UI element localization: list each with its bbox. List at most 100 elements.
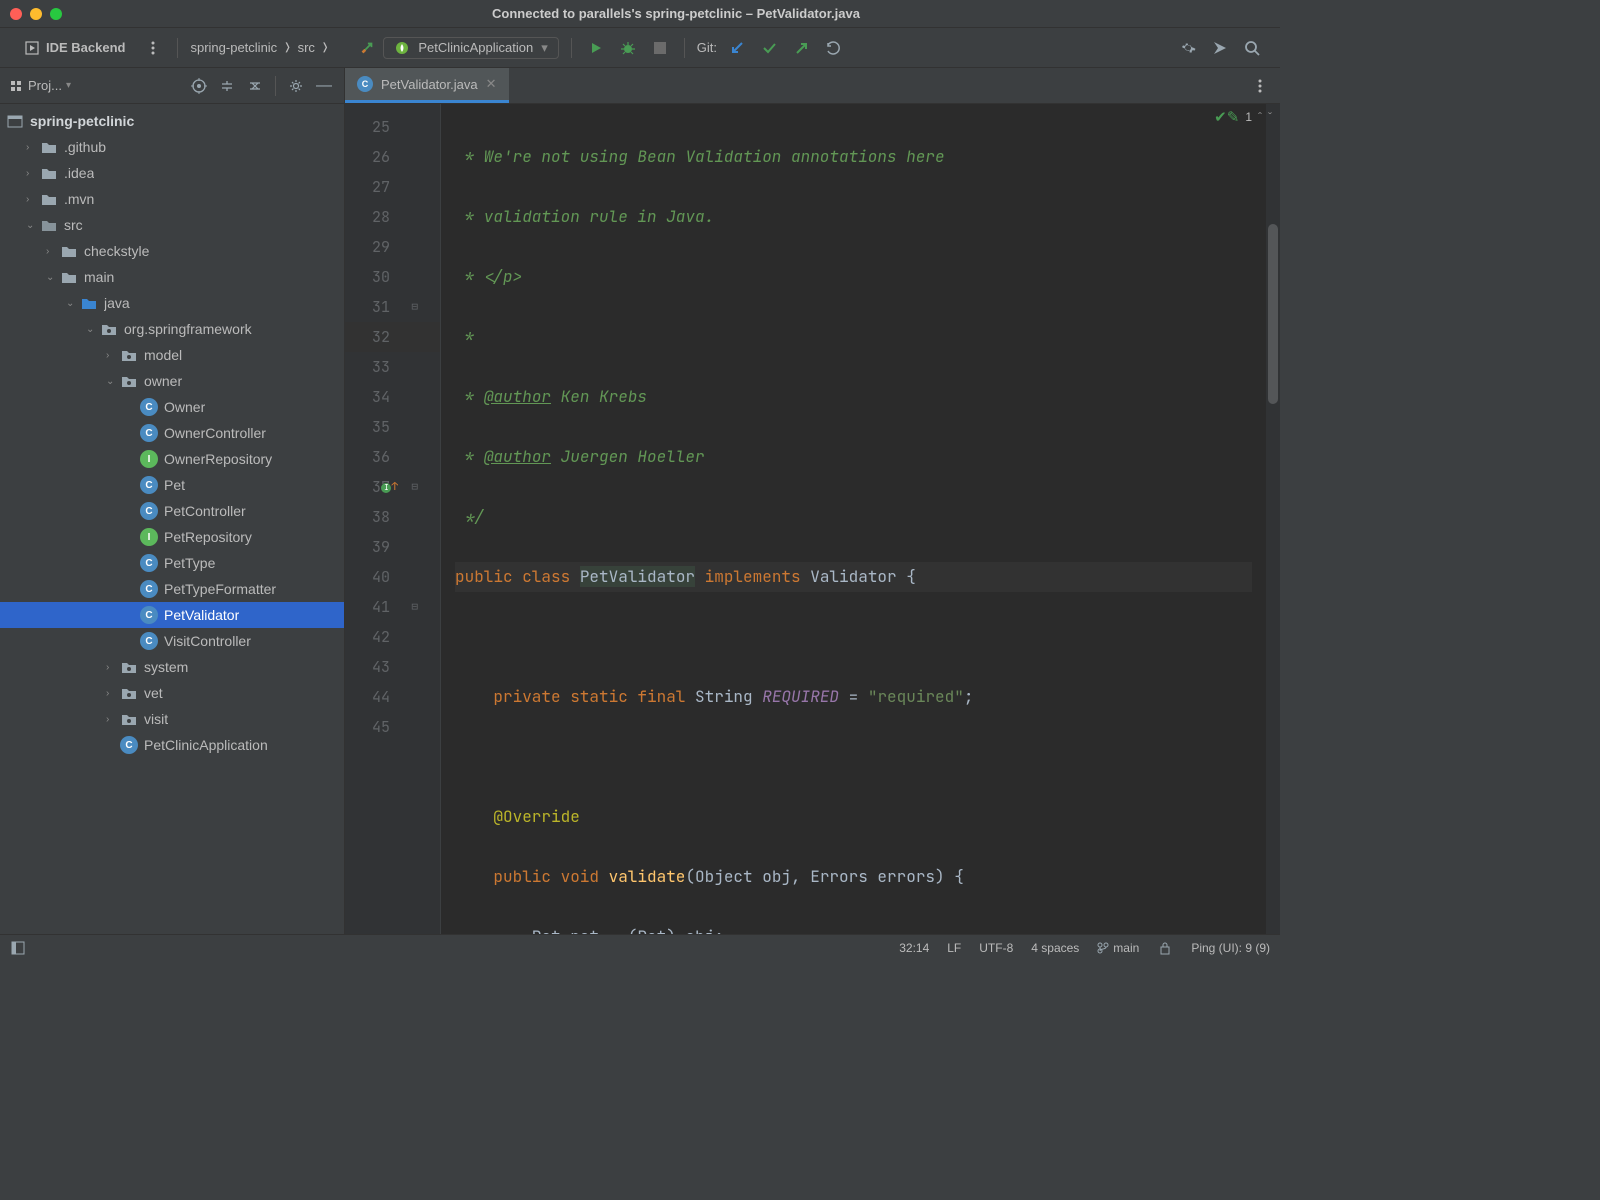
expand-all-icon[interactable] xyxy=(215,74,239,98)
project-title-button[interactable]: Proj... ▾ xyxy=(8,78,183,94)
line-separator[interactable]: LF xyxy=(947,941,961,955)
editor-scrollbar[interactable] xyxy=(1266,104,1280,934)
git-update-icon[interactable] xyxy=(725,36,749,60)
tree-arrow-icon[interactable]: ⌄ xyxy=(66,298,80,309)
tree-item[interactable]: ›.idea xyxy=(0,160,344,186)
git-commit-icon[interactable] xyxy=(757,36,781,60)
tree-root[interactable]: spring-petclinic xyxy=(0,108,344,134)
gutter-line-number[interactable]: 25 xyxy=(345,112,440,142)
locate-file-icon[interactable] xyxy=(187,74,211,98)
gutter-line-number[interactable]: 27 xyxy=(345,172,440,202)
gutter[interactable]: 25262728293031⊟323334353637⊟I↑38394041⊟4… xyxy=(345,104,441,934)
gutter-line-number[interactable]: 36 xyxy=(345,442,440,472)
gutter-line-number[interactable]: 35 xyxy=(345,412,440,442)
tree-arrow-icon[interactable]: ⌄ xyxy=(106,376,120,387)
tree-item[interactable]: ›.mvn xyxy=(0,186,344,212)
tree-item[interactable]: ⌄src xyxy=(0,212,344,238)
tree-item[interactable]: CPetValidator xyxy=(0,602,344,628)
chevron-up-icon[interactable]: ˆ xyxy=(1258,110,1262,124)
tree-arrow-icon[interactable]: › xyxy=(106,662,120,673)
file-encoding[interactable]: UTF-8 xyxy=(979,941,1013,955)
tree-item[interactable]: ⌄java xyxy=(0,290,344,316)
tree-arrow-icon[interactable]: ⌄ xyxy=(86,324,100,335)
cursor-position[interactable]: 32:14 xyxy=(899,941,929,955)
run-config-selector[interactable]: PetClinicApplication ▾ xyxy=(383,37,558,59)
project-tree[interactable]: spring-petclinic›.github›.idea›.mvn⌄src›… xyxy=(0,104,344,934)
gutter-line-number[interactable]: 26 xyxy=(345,142,440,172)
git-branch[interactable]: main xyxy=(1097,941,1139,955)
tree-arrow-icon[interactable]: › xyxy=(106,350,120,361)
gutter-line-number[interactable]: 38 xyxy=(345,502,440,532)
indent-setting[interactable]: 4 spaces xyxy=(1031,941,1079,955)
kebab-menu-icon[interactable] xyxy=(141,36,165,60)
minimize-window-button[interactable] xyxy=(30,8,42,20)
gutter-line-number[interactable]: 29 xyxy=(345,232,440,262)
tool-windows-icon[interactable] xyxy=(10,940,26,956)
settings-icon[interactable] xyxy=(1176,36,1200,60)
gear-icon[interactable] xyxy=(284,74,308,98)
read-only-icon[interactable] xyxy=(1157,940,1173,956)
tree-item[interactable]: IOwnerRepository xyxy=(0,446,344,472)
debug-button[interactable] xyxy=(616,36,640,60)
build-icon[interactable] xyxy=(359,40,375,56)
gutter-line-number[interactable]: 31⊟ xyxy=(345,292,440,322)
editor-tab[interactable]: C PetValidator.java ✕ xyxy=(345,68,509,103)
gutter-line-number[interactable]: 43 xyxy=(345,652,440,682)
gutter-line-number[interactable]: 44 xyxy=(345,682,440,712)
gutter-line-number[interactable]: 34 xyxy=(345,382,440,412)
tree-item[interactable]: CPetTypeFormatter xyxy=(0,576,344,602)
tree-item[interactable]: CVisitController xyxy=(0,628,344,654)
run-button[interactable] xyxy=(584,36,608,60)
collapse-all-icon[interactable] xyxy=(243,74,267,98)
chevron-down-icon[interactable]: ˇ xyxy=(1268,110,1272,124)
fold-icon[interactable]: ⊟ xyxy=(411,472,418,502)
git-history-icon[interactable] xyxy=(821,36,845,60)
gutter-line-number[interactable]: 40 xyxy=(345,562,440,592)
tree-item[interactable]: CPetType xyxy=(0,550,344,576)
inspection-widget[interactable]: ✔✎ 1 ˆ ˇ xyxy=(1214,108,1272,126)
gutter-line-number[interactable]: 30 xyxy=(345,262,440,292)
tree-arrow-icon[interactable]: › xyxy=(26,168,40,179)
zoom-window-button[interactable] xyxy=(50,8,62,20)
tree-item[interactable]: IPetRepository xyxy=(0,524,344,550)
close-tab-icon[interactable]: ✕ xyxy=(486,76,497,92)
code-content[interactable]: * We're not using Bean Validation annota… xyxy=(441,104,1266,934)
search-icon[interactable] xyxy=(1240,36,1264,60)
gutter-line-number[interactable]: 37⊟I↑ xyxy=(345,472,440,502)
override-icon[interactable]: I↑ xyxy=(381,472,398,502)
tree-item[interactable]: ›checkstyle xyxy=(0,238,344,264)
tree-arrow-icon[interactable]: ⌄ xyxy=(46,272,60,283)
fold-icon[interactable]: ⊟ xyxy=(411,292,418,322)
ide-backend-button[interactable]: IDE Backend xyxy=(16,36,133,60)
tree-arrow-icon[interactable]: › xyxy=(106,688,120,699)
git-push-icon[interactable] xyxy=(789,36,813,60)
tree-item[interactable]: ›.github xyxy=(0,134,344,160)
gutter-line-number[interactable]: 28 xyxy=(345,202,440,232)
tree-arrow-icon[interactable]: › xyxy=(106,714,120,725)
tab-kebab-icon[interactable] xyxy=(1248,74,1272,98)
scrollbar-thumb[interactable] xyxy=(1268,224,1278,404)
tree-arrow-icon[interactable]: ⌄ xyxy=(26,220,40,231)
gutter-line-number[interactable]: 33 xyxy=(345,352,440,382)
gutter-line-number[interactable]: 42 xyxy=(345,622,440,652)
tree-item[interactable]: CPetClinicApplication xyxy=(0,732,344,758)
tree-item[interactable]: ›visit xyxy=(0,706,344,732)
tree-arrow-icon[interactable]: › xyxy=(46,246,60,257)
run-anything-icon[interactable] xyxy=(1208,36,1232,60)
close-window-button[interactable] xyxy=(10,8,22,20)
tree-item[interactable]: COwner xyxy=(0,394,344,420)
gutter-line-number[interactable]: 45 xyxy=(345,712,440,742)
tree-arrow-icon[interactable]: › xyxy=(26,194,40,205)
tree-item[interactable]: ›model xyxy=(0,342,344,368)
fold-icon[interactable]: ⊟ xyxy=(411,592,418,622)
tree-item[interactable]: ⌄owner xyxy=(0,368,344,394)
tree-item[interactable]: CPet xyxy=(0,472,344,498)
tree-item[interactable]: COwnerController xyxy=(0,420,344,446)
tree-item[interactable]: CPetController xyxy=(0,498,344,524)
hide-panel-icon[interactable]: — xyxy=(312,74,336,98)
tree-item[interactable]: ⌄org.springframework xyxy=(0,316,344,342)
tree-item[interactable]: ›system xyxy=(0,654,344,680)
ping-status[interactable]: Ping (UI): 9 (9) xyxy=(1191,941,1270,955)
gutter-line-number[interactable]: 41⊟ xyxy=(345,592,440,622)
tree-arrow-icon[interactable]: › xyxy=(26,142,40,153)
